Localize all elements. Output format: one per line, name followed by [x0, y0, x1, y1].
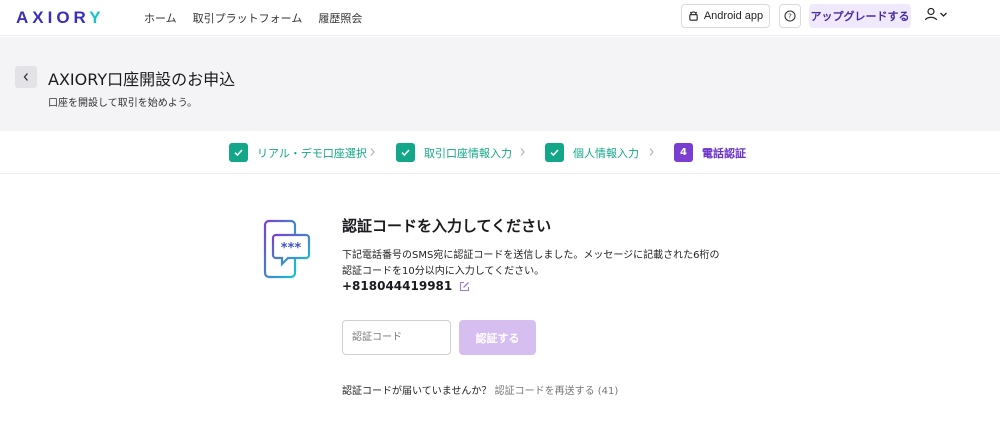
chevron-down-icon [940, 12, 947, 17]
step-number-badge: 4 [674, 143, 693, 162]
nav-link-trading-platform[interactable]: 取引プラットフォーム [193, 10, 303, 26]
phone-number: +818044419981 [342, 279, 453, 293]
page-subtitle: 口座を開設して取引を始めよう。 [48, 98, 198, 109]
android-app-button[interactable]: Android app [681, 4, 770, 28]
verification-description: 下記電話番号のSMS宛に認証コードを送信しました。メッセージに記載された6桁の認… [342, 250, 720, 277]
step-personal-info: 個人情報入力 [545, 143, 639, 162]
upgrade-button[interactable]: アップグレードする [809, 4, 911, 28]
axiory-logo[interactable]: AXIORY [16, 8, 105, 28]
chevron-left-icon [23, 73, 28, 81]
resend-code-link[interactable]: 認証コードを再送する [495, 386, 595, 397]
page-header: AXIORY口座開設のお申込 口座を開設して取引を始めよう。 [0, 37, 1000, 131]
page-title: AXIORY口座開設のお申込 [48, 70, 236, 89]
user-icon [924, 7, 938, 21]
back-button[interactable] [15, 66, 37, 88]
step-trading-account-info: 取引口座情報入力 [396, 143, 512, 162]
step-account-type: リアル・デモ口座選択 [229, 143, 367, 162]
svg-text:?: ? [788, 13, 792, 21]
chevron-right-icon [370, 148, 375, 156]
edit-icon[interactable] [459, 281, 470, 292]
check-icon [229, 143, 248, 162]
step-label: 個人情報入力 [573, 146, 639, 160]
top-navbar: AXIORY ホーム 取引プラットフォーム 履歴照会 Android app ?… [0, 0, 1000, 36]
verification-heading: 認証コードを入力してください [342, 217, 552, 235]
step-label: 取引口座情報入力 [424, 146, 512, 160]
nav-link-home[interactable]: ホーム [144, 10, 177, 26]
check-icon [396, 143, 415, 162]
verification-code-input[interactable] [342, 320, 451, 355]
android-icon [689, 10, 698, 21]
phone-sms-icon: *** [263, 219, 311, 279]
resend-row: 認証コードが届いていませんか？ 認証コードを再送する (41) [342, 382, 618, 397]
resend-prompt: 認証コードが届いていませんか？ [342, 386, 492, 397]
chevron-right-icon [649, 148, 654, 156]
verify-button[interactable]: 認証する [459, 320, 536, 355]
chevron-right-icon [520, 148, 525, 156]
check-icon [545, 143, 564, 162]
step-phone-verification: 4 電話認証 [674, 143, 746, 162]
step-label: リアル・デモ口座選択 [257, 146, 367, 160]
nav-link-history[interactable]: 履歴照会 [318, 10, 362, 26]
help-button[interactable]: ? [779, 4, 801, 28]
svg-text:***: *** [281, 241, 302, 256]
user-menu[interactable] [924, 7, 948, 21]
phone-number-row: +818044419981 [342, 279, 470, 293]
progress-stepper: リアル・デモ口座選択 取引口座情報入力 個人情報入力 4 電話認証 [0, 131, 1000, 174]
resend-countdown: (41) [597, 386, 619, 397]
step-label: 電話認証 [702, 146, 746, 160]
main-nav: ホーム 取引プラットフォーム 履歴照会 [144, 10, 362, 26]
help-icon: ? [784, 10, 796, 22]
android-app-label: Android app [703, 10, 764, 22]
